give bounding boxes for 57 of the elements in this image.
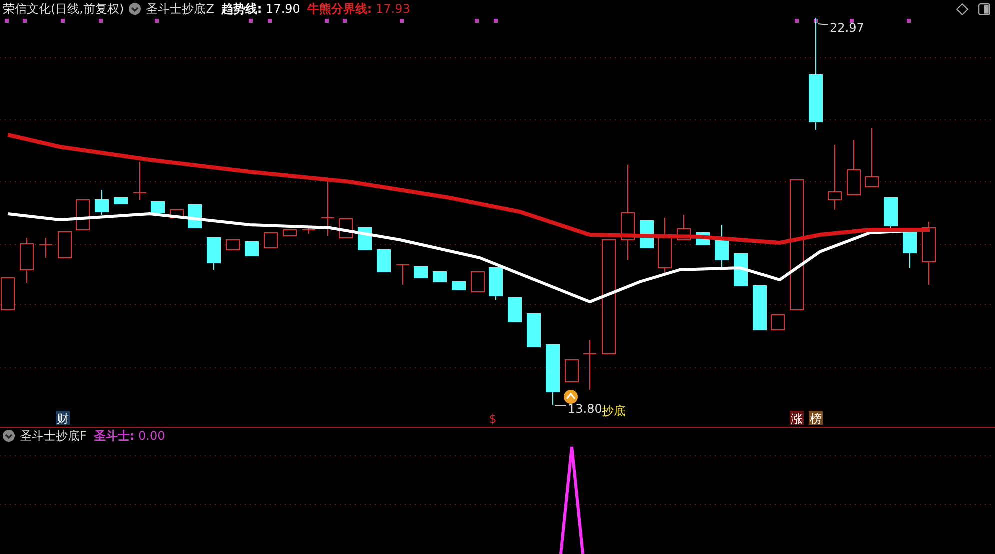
collapse-icon[interactable] [129,3,142,15]
candlestick [114,198,128,204]
candlestick [151,202,165,214]
candlestick [58,232,72,258]
collapse-icon[interactable] [3,430,15,442]
candlestick [734,254,748,286]
indicator-reading: 牛熊分界线: 17.93 [307,0,410,18]
event-marker[interactable]: $ [489,412,497,426]
candlestick [771,314,785,330]
indicator-name: 圣斗士抄底F [20,428,87,444]
candlestick [903,232,917,268]
candlestick [396,264,410,286]
candlestick [677,214,691,240]
candlestick [489,268,503,300]
candlestick [527,314,541,348]
stock-title: 荣信文化(日线,前复权) [3,0,124,18]
candlestick [471,272,485,292]
indicator-name: 圣斗士抄底Z [146,0,214,18]
high-price-label: 22.97 [830,21,864,35]
candlestick [95,190,109,216]
candlestick [414,266,428,278]
candlestick [264,232,278,248]
candlestick [565,360,579,382]
candlestick [583,340,597,390]
event-marker[interactable]: 涨 [790,411,804,426]
candlestick [245,242,259,256]
signal-text: 抄底 [602,404,626,418]
candlestick [226,240,240,250]
indicator-reading: 趋势线: 17.90 [221,0,300,18]
candlestick [377,250,391,272]
candlestick [39,238,53,258]
candlestick [828,144,842,210]
event-marker[interactable]: 财 [56,411,70,426]
candlestick [508,298,522,322]
candlestick [20,238,34,284]
candlestick [884,198,898,228]
candlestick [283,230,297,236]
candlestick [922,222,936,286]
diamond-icon[interactable] [956,2,969,16]
event-marker[interactable]: 榜 [809,411,823,426]
panel-toggle-icon[interactable] [978,2,991,16]
candlestick [546,344,560,406]
candlestick [452,282,466,290]
candlestick [715,224,729,268]
indicator-reading: 圣斗士: 0.00 [94,428,166,444]
candlestick [847,140,861,196]
leader-line [818,24,828,26]
low-price-label: 13.80 [568,402,602,416]
candlestick [76,200,90,230]
candlestick [133,162,147,200]
candlestick [302,226,316,234]
candlestick [207,238,221,270]
candlestick [865,128,879,188]
buy-signal-icon [564,390,578,404]
candlestick [753,286,767,330]
candlestick [433,272,447,282]
candlestick [658,218,672,276]
